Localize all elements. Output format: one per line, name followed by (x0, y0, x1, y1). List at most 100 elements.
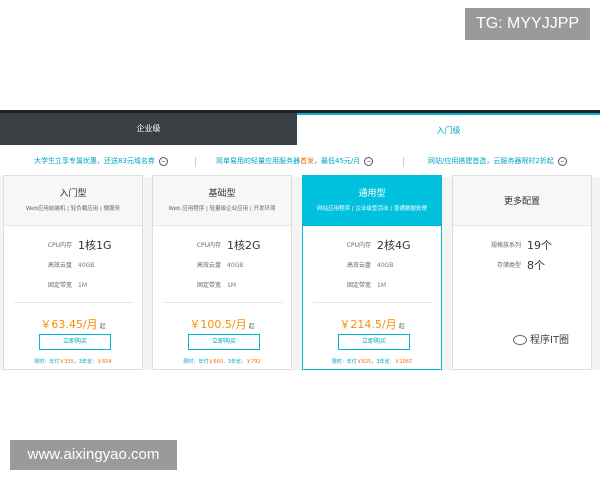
tab-entry-level[interactable]: 入门级 (297, 113, 600, 145)
buy-now-button[interactable]: 立即购买 (39, 334, 111, 350)
promo-divider (403, 157, 404, 167)
plan-name: 通用型 (358, 189, 386, 199)
spec-value: 2核4G (377, 239, 411, 252)
more-config-title: 更多配置 (503, 197, 540, 207)
spec-label: 固定带宽 (196, 282, 221, 289)
divider (163, 302, 283, 303)
spec-label: 高效云盘 (346, 262, 371, 269)
more-config-header: 更多配置 (453, 176, 591, 226)
spec-value: 40GB (78, 262, 95, 269)
plan-price: ￥63.45/月起 (4, 316, 142, 332)
spec-label: CPU内存 (196, 242, 221, 249)
plan-discount-note: 限时：年付￥660，3年省：￥792 (153, 358, 291, 365)
plan-card-header: 基础型 Web 应用程序 | 轻量级企业应用 | 开发环境 (153, 176, 291, 226)
plan-description: Web应用前端机 | 轻负载应用 | 微服务 (25, 206, 121, 212)
spec-bandwidth: 固定带宽 1M (4, 278, 142, 294)
spec-value: 1核1G (78, 239, 112, 252)
plan-card-header: 通用型 网站应用程序 | 企业级营活动 | 普通数据处理 (303, 176, 441, 226)
discount-saved: ￥792 (246, 359, 261, 365)
discount-mid: ，3年省： (73, 359, 98, 365)
promo-bar: 大学生立享专属优惠，还送83元域名券 − 简单易用的轻量应用服务器首发，最低45元… (0, 145, 600, 177)
plan-discount-note: 限时：年付￥335，3年省：￥654 (4, 358, 142, 365)
promo-lightweight[interactable]: 简单易用的轻量应用服务器首发，最低45元/月 − (216, 155, 374, 167)
promo-lightweight-highlight: 首发 (300, 157, 314, 165)
spec-bandwidth: 固定带宽 1M (153, 278, 291, 294)
spec-label: 固定带宽 (346, 282, 371, 289)
spec-disk: 高效云盘 40GB (153, 258, 291, 274)
page: TG: MYYJJPP 企业级 入门级 大学生立享专属优惠，还送83元域名券 − … (0, 0, 600, 480)
minus-circle-icon: − (557, 156, 567, 166)
promo-student[interactable]: 大学生立享专属优惠，还送83元域名券 − (34, 155, 168, 167)
buy-now-button[interactable]: 立即购买 (188, 334, 260, 350)
plan-name: 基础型 (208, 189, 236, 199)
buy-now-button[interactable]: 立即购买 (338, 334, 410, 350)
plan-card-header: 入门型 Web应用前端机 | 轻负载应用 | 微服务 (4, 176, 142, 226)
spec-label: CPU内存 (346, 242, 371, 249)
promo-divider (195, 157, 196, 167)
spec-value: 8个 (527, 259, 545, 272)
discount-yearly: ￥335 (59, 359, 74, 365)
price-unit: 起 (248, 323, 255, 330)
discount-yearly: ￥825 (356, 359, 372, 365)
plan-card-entry: 入门型 Web应用前端机 | 轻负载应用 | 微服务 CPU内存 1核1G 高效… (3, 175, 143, 370)
minus-circle-icon: − (364, 156, 374, 166)
discount-mid: ，3年省： (371, 359, 395, 365)
promo-website[interactable]: 网站/应用搭建首选，云服务器限时2折起 − (428, 155, 567, 167)
spec-value: 1M (377, 282, 386, 289)
spec-bandwidth: 固定带宽 1M (303, 278, 441, 294)
tab-enterprise[interactable]: 企业级 (0, 113, 297, 145)
spec-value: 19个 (527, 239, 552, 252)
spec-storage-type: 存储类型 8个 (453, 258, 591, 274)
wechat-watermark: 程序IT圈 (513, 331, 569, 346)
plan-price: ￥100.5/月起 (153, 316, 291, 332)
spec-value: 1M (227, 282, 236, 289)
plan-discount-note: 限时：年付￥825，3年省：￥2067 (303, 358, 441, 365)
discount-saved: ￥2067 (394, 359, 413, 365)
plan-description: 网站应用程序 | 企业级营活动 | 普通数据处理 (317, 206, 427, 212)
discount-prefix: 限时：年付 (34, 359, 60, 365)
promo-lightweight-post: ，最低45元/月 (314, 157, 361, 165)
screenshot-panel: 企业级 入门级 大学生立享专属优惠，还送83元域名券 − 简单易用的轻量应用服务器… (0, 110, 600, 370)
discount-prefix: 限时：年付 (331, 359, 357, 365)
spec-disk: 高效云盘 40GB (4, 258, 142, 274)
divider (14, 302, 134, 303)
spec-label: 存储类型 (496, 262, 521, 269)
plan-description: Web 应用程序 | 轻量级企业应用 | 开发环境 (168, 206, 276, 212)
spec-value: 1核2G (227, 239, 261, 252)
discount-prefix: 限时：年付 (183, 359, 209, 365)
spec-label: CPU内存 (47, 242, 72, 249)
minus-circle-icon: − (158, 156, 168, 166)
discount-mid: ，3年省： (222, 359, 247, 365)
tier-tabs: 企业级 入门级 (0, 113, 600, 145)
spec-cpu: CPU内存 2核4G (303, 238, 441, 254)
tg-watermark-badge: TG: MYYJJPP (465, 8, 590, 40)
price-unit: 起 (398, 323, 405, 330)
spec-value: 40GB (377, 262, 394, 269)
plan-card-general: 通用型 网站应用程序 | 企业级营活动 | 普通数据处理 CPU内存 2核4G … (302, 175, 442, 370)
spec-label: 规格族系列 (490, 242, 521, 249)
wechat-icon (513, 335, 527, 345)
spec-family: 规格族系列 19个 (453, 238, 591, 254)
discount-yearly: ￥660 (208, 359, 223, 365)
plan-name: 入门型 (59, 189, 87, 199)
spec-label: 高效云盘 (47, 262, 72, 269)
site-watermark-badge: www.aixingyao.com (10, 440, 177, 470)
divider (313, 302, 433, 303)
promo-student-text: 大学生立享专属优惠，还送83元域名券 (34, 157, 155, 165)
discount-saved: ￥654 (97, 359, 112, 365)
more-config-card[interactable]: 更多配置 规格族系列 19个 存储类型 8个 程序IT圈 (452, 175, 592, 370)
watermark-text: 程序IT圈 (530, 335, 570, 346)
promo-website-text: 网站/应用搭建首选，云服务器限时2折起 (428, 157, 554, 165)
promo-lightweight-pre: 简单易用的轻量应用服务器 (216, 157, 300, 165)
plan-price: ￥214.5/月起 (303, 316, 441, 332)
spec-value: 40GB (227, 262, 244, 269)
price-amount: ￥63.45/月 (40, 318, 98, 331)
price-amount: ￥214.5/月 (339, 318, 397, 331)
spec-cpu: CPU内存 1核2G (153, 238, 291, 254)
spec-label: 高效云盘 (196, 262, 221, 269)
plan-card-basic: 基础型 Web 应用程序 | 轻量级企业应用 | 开发环境 CPU内存 1核2G… (152, 175, 292, 370)
spec-label: 固定带宽 (47, 282, 72, 289)
price-unit: 起 (99, 323, 106, 330)
price-amount: ￥100.5/月 (189, 318, 247, 331)
spec-disk: 高效云盘 40GB (303, 258, 441, 274)
